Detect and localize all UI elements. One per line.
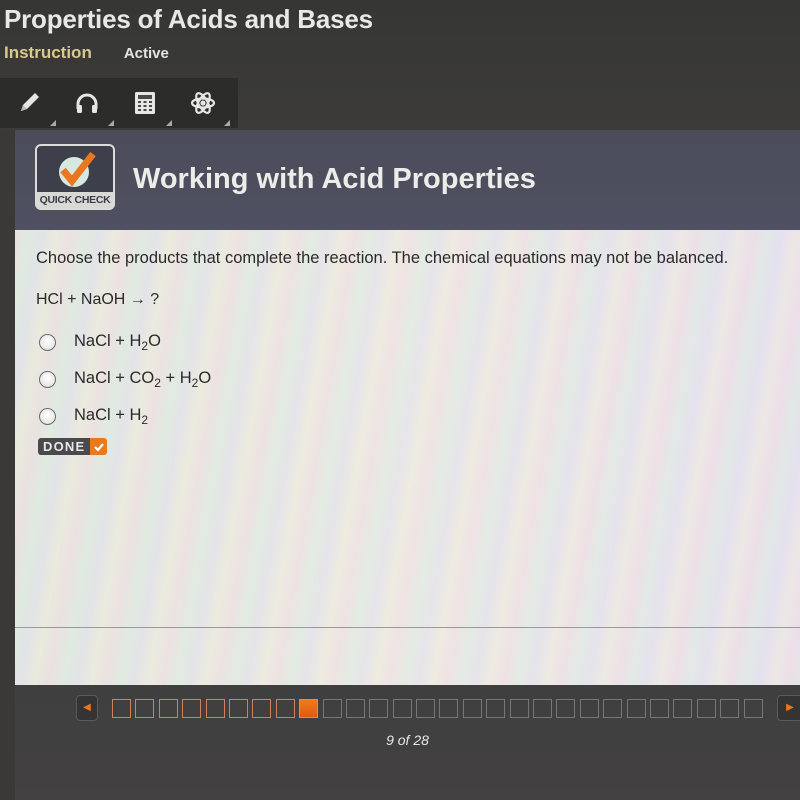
- right-arrow-icon: ▶: [786, 702, 794, 713]
- check-icon: [90, 438, 108, 455]
- answer-option[interactable]: NaCl + CO2 + H2O: [39, 361, 211, 398]
- answer-options: NaCl + H2O NaCl + CO2 + H2O NaCl + H2: [39, 324, 211, 435]
- answer-option[interactable]: NaCl + H2: [39, 398, 211, 435]
- page-square[interactable]: [556, 699, 576, 718]
- quick-check-label: QUICK CHECK: [37, 192, 113, 208]
- page-square[interactable]: [275, 699, 295, 718]
- headphones-icon: [76, 93, 98, 113]
- audio-tool-button[interactable]: [58, 78, 116, 128]
- section-title: Working with Acid Properties: [133, 163, 536, 195]
- page-square[interactable]: [509, 699, 529, 718]
- atom-icon: [190, 92, 216, 114]
- page-square[interactable]: [158, 699, 178, 718]
- activity-header: QUICK CHECK Working with Acid Properties: [15, 130, 800, 230]
- page-counter: 9 of 28: [386, 732, 429, 748]
- page-square[interactable]: [579, 699, 599, 718]
- page-square[interactable]: [696, 699, 716, 718]
- page-navigation: ◀ ▶ 9 of 28: [15, 685, 800, 800]
- tab-instruction[interactable]: Instruction: [4, 43, 92, 63]
- option-label: NaCl + H2O: [74, 332, 161, 353]
- page-square[interactable]: [486, 699, 506, 718]
- radio-button[interactable]: [39, 371, 56, 388]
- page-square[interactable]: [345, 699, 365, 718]
- reference-tool-button[interactable]: [174, 78, 232, 128]
- page-square[interactable]: [182, 699, 202, 718]
- page-square[interactable]: [205, 699, 225, 718]
- page-square[interactable]: [673, 699, 693, 718]
- previous-page-button[interactable]: ◀: [76, 695, 98, 721]
- page-square[interactable]: [720, 699, 740, 718]
- page-square[interactable]: [626, 699, 646, 718]
- page-square[interactable]: [112, 699, 131, 718]
- option-label: NaCl + CO2 + H2O: [74, 369, 212, 390]
- page-square[interactable]: [252, 699, 272, 718]
- radio-button[interactable]: [39, 334, 56, 351]
- reaction-equation: HCl + NaOH → ?: [36, 291, 160, 308]
- page-square[interactable]: [299, 699, 319, 718]
- question-panel: Choose the products that complete the re…: [15, 230, 800, 685]
- page-square[interactable]: [369, 699, 389, 718]
- answer-option[interactable]: NaCl + H2O: [39, 324, 211, 361]
- tab-active[interactable]: Active: [124, 45, 169, 62]
- page-square[interactable]: [743, 699, 763, 718]
- page-indicator-strip: [112, 699, 767, 718]
- tool-bar: [0, 78, 238, 128]
- page-square[interactable]: [392, 699, 412, 718]
- content-divider: [15, 627, 800, 628]
- left-arrow-icon: ◀: [83, 702, 91, 713]
- pencil-tool-button[interactable]: [0, 78, 58, 128]
- done-button[interactable]: DONE: [38, 438, 108, 455]
- calculator-icon: [135, 92, 155, 114]
- page-square[interactable]: [439, 699, 459, 718]
- page-square[interactable]: [533, 699, 553, 718]
- checkmark-icon: [59, 151, 96, 187]
- pencil-icon: [21, 93, 39, 111]
- quick-check-badge: QUICK CHECK: [35, 144, 115, 210]
- done-label: DONE: [38, 438, 91, 455]
- lesson-header: Properties of Acids and Bases Instructio…: [0, 0, 800, 130]
- option-label: NaCl + H2: [74, 406, 149, 427]
- page-square[interactable]: [228, 699, 248, 718]
- next-page-button[interactable]: ▶: [777, 695, 800, 721]
- lesson-title: Properties of Acids and Bases: [4, 4, 373, 34]
- status-tabs: Instruction Active: [4, 43, 169, 63]
- page-square[interactable]: [603, 699, 623, 718]
- question-prompt: Choose the products that complete the re…: [36, 249, 729, 267]
- page-square[interactable]: [322, 699, 342, 718]
- page-square[interactable]: [462, 699, 482, 718]
- calculator-tool-button[interactable]: [116, 78, 174, 128]
- page-square[interactable]: [649, 699, 669, 718]
- radio-button[interactable]: [39, 408, 56, 425]
- page-square[interactable]: [416, 699, 436, 718]
- page-square[interactable]: [135, 699, 155, 718]
